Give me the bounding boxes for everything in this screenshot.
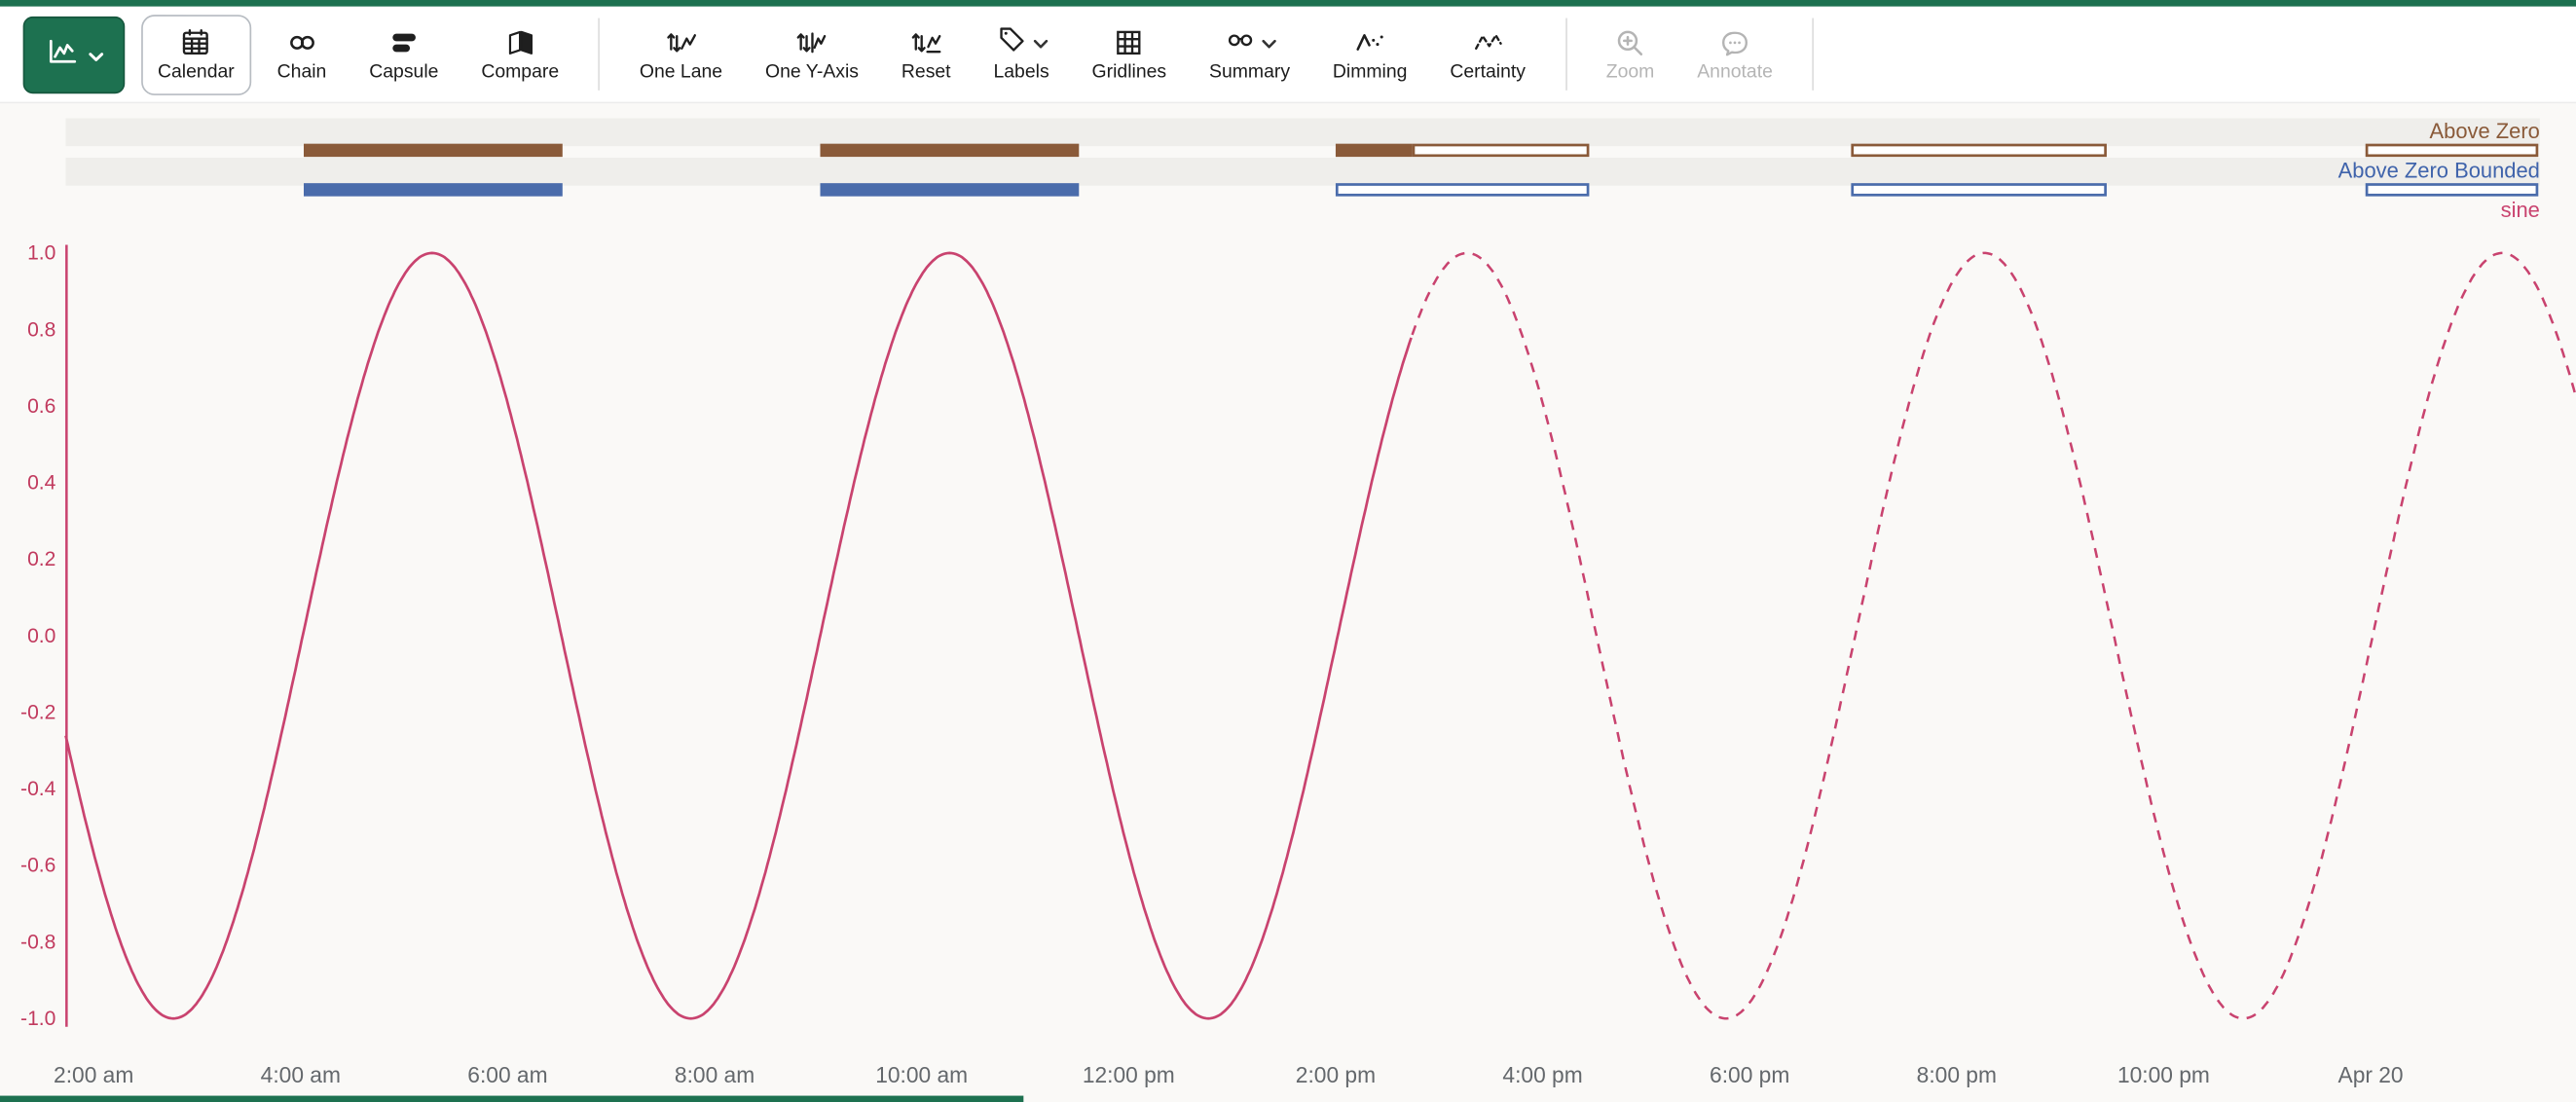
legend-label: Above Zero Bounded xyxy=(2338,158,2540,182)
annotate-icon xyxy=(1718,26,1751,59)
zoom-icon xyxy=(1614,26,1647,59)
x-tick-label: 8:00 am xyxy=(675,1062,754,1087)
sine-line-solid[interactable] xyxy=(66,253,1412,1018)
y-tick-label: 0.6 xyxy=(27,395,55,418)
lane-bar-solid[interactable] xyxy=(304,144,563,158)
toolbar-label: Reset xyxy=(902,63,951,82)
chain-icon xyxy=(285,26,318,59)
lane-bar-outline[interactable] xyxy=(1853,145,2106,156)
toolbar-button-one-y-axis[interactable]: One Y-Axis xyxy=(749,14,875,94)
toolbar-button-gridlines[interactable]: Gridlines xyxy=(1076,14,1183,94)
toolbar-button-certainty[interactable]: Certainty xyxy=(1433,14,1541,94)
certainty-icon xyxy=(1471,26,1504,59)
chevron-down-icon xyxy=(1261,30,1275,55)
one-lane-icon xyxy=(665,26,698,59)
toolbar-button-zoom[interactable]: Zoom xyxy=(1590,14,1671,94)
lane-bar-outline[interactable] xyxy=(1414,145,1588,156)
sine-line-dashed[interactable] xyxy=(1413,253,2576,1018)
y-tick-label: 0.2 xyxy=(27,548,55,570)
x-tick-label: 8:00 pm xyxy=(1917,1062,1997,1087)
toolbar-button-reset[interactable]: Reset xyxy=(885,14,967,94)
toolbar-label: One Y-Axis xyxy=(765,63,859,82)
dimming-icon xyxy=(1353,26,1386,59)
timeline-plot: Above Zero Above Zero Bounded sine 1.0 0.8 0.… xyxy=(0,103,2576,1102)
toolbar-label: Labels xyxy=(993,63,1049,82)
toolbar-button-summary[interactable]: Summary xyxy=(1193,14,1306,94)
x-tick-label: 10:00 pm xyxy=(2117,1062,2210,1087)
capsule-icon xyxy=(387,26,421,59)
calendar-icon xyxy=(179,26,212,59)
toolbar-label: Summary xyxy=(1209,63,1290,82)
app-window: Calendar Chain Capsule xyxy=(0,0,2576,1102)
timeline-scrollbar[interactable] xyxy=(0,1096,1023,1102)
x-tick-label: 2:00 am xyxy=(54,1062,133,1087)
chevron-down-icon xyxy=(1033,30,1048,55)
gridlines-icon xyxy=(1113,26,1146,59)
legend-label: Above Zero xyxy=(2430,119,2540,143)
toolbar-label: Zoom xyxy=(1606,63,1655,82)
chart-type-menu-button[interactable] xyxy=(23,16,126,92)
toolbar-label: Compare xyxy=(481,63,559,82)
toolbar-button-compare[interactable]: Compare xyxy=(464,14,575,94)
toolbar-button-chain[interactable]: Chain xyxy=(261,14,343,94)
toolbar-separator xyxy=(599,18,601,91)
top-accent-strip xyxy=(0,0,2576,7)
y-tick-label: -0.8 xyxy=(20,931,55,953)
toolbar: Calendar Chain Capsule xyxy=(0,7,2576,104)
toolbar-separator xyxy=(1812,18,1814,91)
lane-band xyxy=(66,119,2540,147)
toolbar-label: Gridlines xyxy=(1092,63,1167,82)
y-tick-label: -0.6 xyxy=(20,855,55,877)
x-tick-label: 4:00 am xyxy=(261,1062,341,1087)
y-tick-label: 0.0 xyxy=(27,625,55,647)
toolbar-button-one-lane[interactable]: One Lane xyxy=(623,14,739,94)
toolbar-button-dimming[interactable]: Dimming xyxy=(1316,14,1423,94)
toolbar-label: Capsule xyxy=(369,63,438,82)
legend-label: sine xyxy=(2501,198,2540,222)
compare-icon xyxy=(503,26,536,59)
lane-bar-outline[interactable] xyxy=(1337,185,1588,196)
lane-bar-solid[interactable] xyxy=(821,144,1080,158)
lane-bar-solid[interactable] xyxy=(1336,144,1413,158)
x-tick-label: 10:00 am xyxy=(875,1062,968,1087)
tag-icon xyxy=(995,23,1028,61)
chart-area: Above Zero Above Zero Bounded sine 1.0 0.8 0.… xyxy=(0,103,2576,1102)
toolbar-label: Certainty xyxy=(1450,63,1526,82)
toolbar-label: One Lane xyxy=(640,63,722,82)
toolbar-label: Chain xyxy=(277,63,327,82)
toolbar-label: Calendar xyxy=(158,63,235,82)
one-y-axis-icon xyxy=(795,26,828,59)
toolbar-button-calendar[interactable]: Calendar xyxy=(141,14,251,94)
reset-icon xyxy=(909,26,942,59)
chevron-down-icon xyxy=(89,42,103,66)
x-tick-label: 2:00 pm xyxy=(1296,1062,1376,1087)
lane-band xyxy=(66,158,2540,186)
x-tick-label: 6:00 pm xyxy=(1710,1062,1789,1087)
y-tick-label: 0.4 xyxy=(27,472,56,495)
y-tick-label: -0.4 xyxy=(20,778,56,800)
toolbar-separator xyxy=(1565,18,1567,91)
y-tick-label: -1.0 xyxy=(20,1008,55,1030)
toolbar-button-labels[interactable]: Labels xyxy=(977,14,1066,94)
lane-bar-outline[interactable] xyxy=(1853,185,2106,196)
lane-bar-outline[interactable] xyxy=(2367,185,2537,196)
toolbar-button-annotate[interactable]: Annotate xyxy=(1680,14,1788,94)
summary-icon xyxy=(1224,23,1257,61)
toolbar-button-capsule[interactable]: Capsule xyxy=(352,14,455,94)
lane-bar-solid[interactable] xyxy=(821,183,1080,197)
x-tick-label: Apr 20 xyxy=(2338,1062,2404,1087)
x-tick-label: 12:00 pm xyxy=(1083,1062,1175,1087)
line-chart-icon xyxy=(45,35,81,73)
toolbar-label: Annotate xyxy=(1697,63,1773,82)
x-tick-label: 4:00 pm xyxy=(1502,1062,1582,1087)
toolbar-label: Dimming xyxy=(1333,63,1408,82)
y-tick-label: 0.8 xyxy=(27,318,55,341)
y-tick-label: 1.0 xyxy=(27,242,55,265)
y-tick-label: -0.2 xyxy=(20,701,55,723)
lane-bar-outline[interactable] xyxy=(2367,145,2537,156)
x-tick-label: 6:00 am xyxy=(467,1062,547,1087)
lane-bar-solid[interactable] xyxy=(304,183,563,197)
